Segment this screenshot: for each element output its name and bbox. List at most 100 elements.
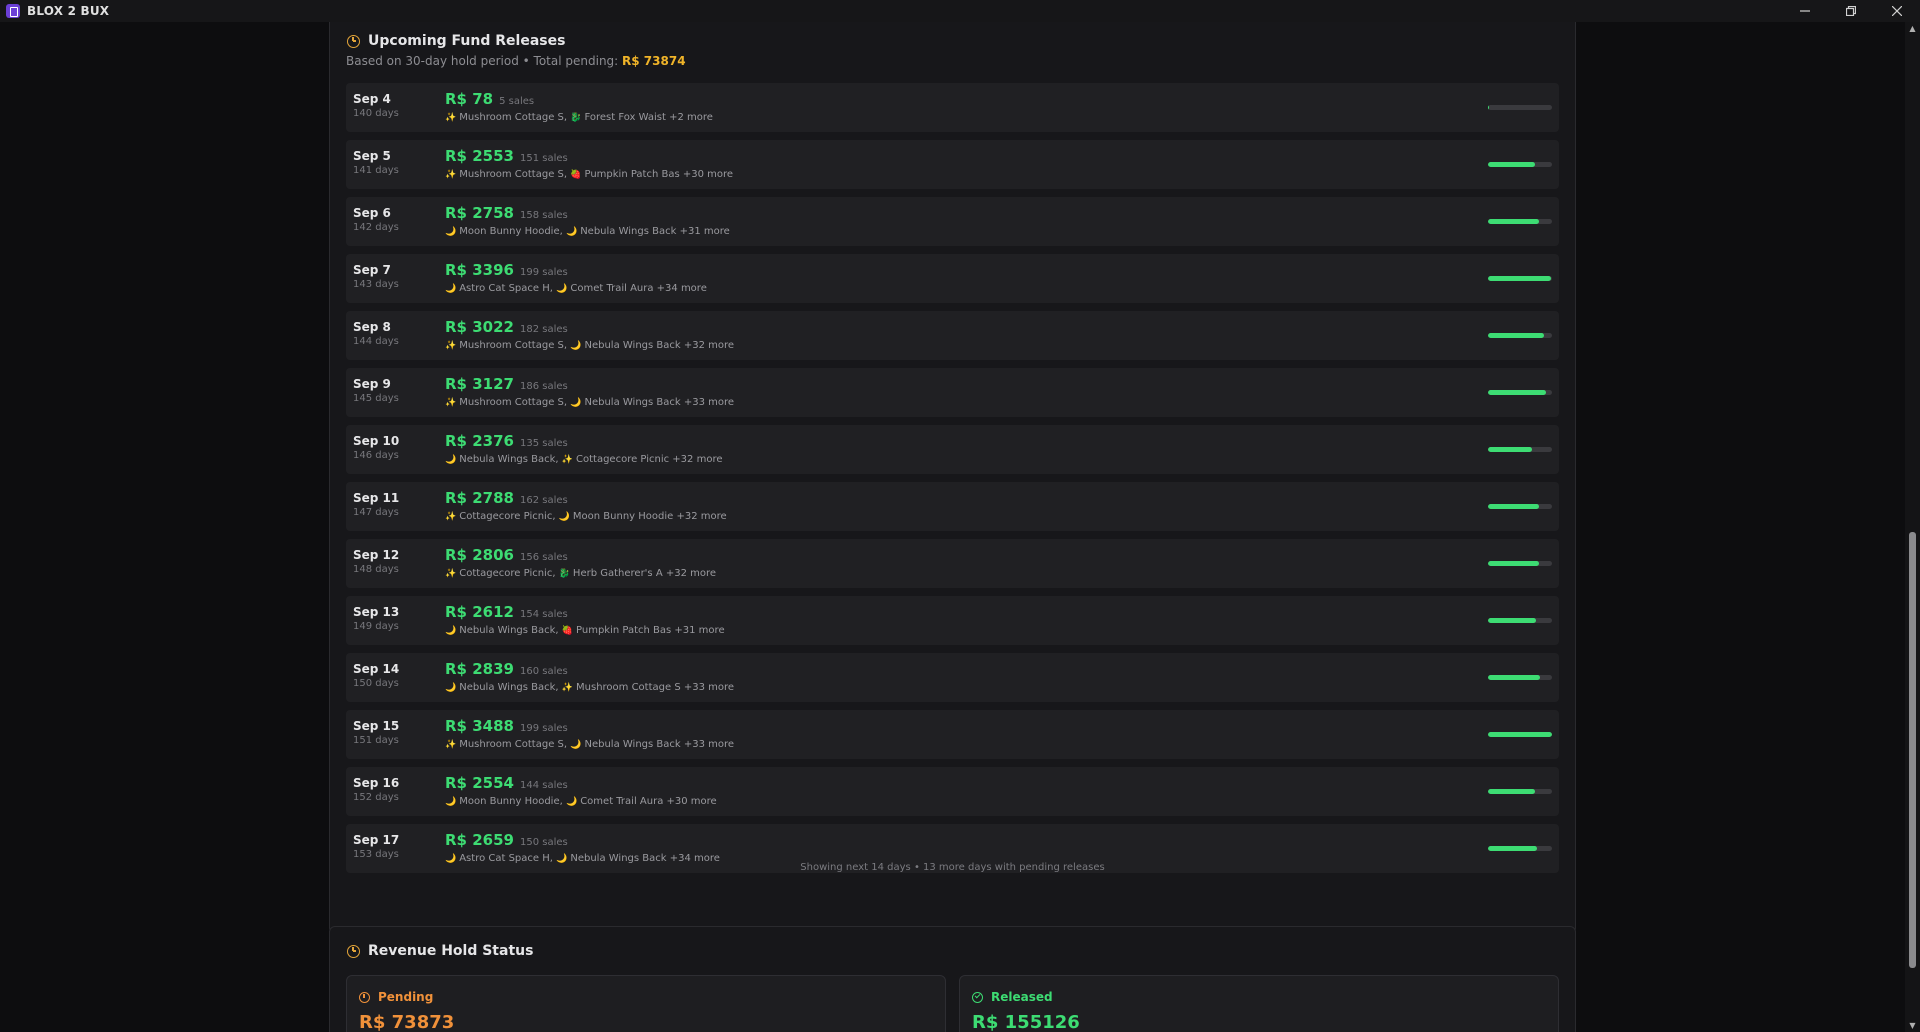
item-name: Nebula Wings Back, [459,625,559,636]
item-name-more: Pumpkin Patch Bas +31 more [576,625,725,636]
release-progress-bar [1488,390,1552,395]
item-emoji-icon: 🌙 [445,683,457,693]
release-date: Sep 15 [353,719,400,733]
item-emoji-icon: 🌙 [445,284,457,294]
release-amount-line: R$ 2806 156 sales [445,546,568,564]
release-days: 150 days [353,678,399,689]
release-date: Sep 9 [353,377,391,391]
release-progress-fill [1488,447,1532,452]
release-row: Sep 7 143 days R$ 3396 199 sales 🌙 Astro Cat … [346,254,1559,303]
release-date: Sep 6 [353,206,391,220]
item-name-more: Forest Fox Waist +2 more [584,112,713,123]
release-date: Sep 10 [353,434,400,448]
release-sales: 199 sales [519,267,568,278]
item-emoji-icon: ✨ [445,170,457,180]
close-button[interactable] [1874,0,1920,22]
release-sales: 154 sales [519,609,568,620]
item-name: Mushroom Cottage S, [459,340,568,351]
item-emoji-icon: 🌙 [445,797,457,807]
release-progress-bar [1488,618,1552,623]
release-days: 151 days [353,735,399,746]
scroll-down-arrow-icon[interactable]: ▼ [1908,1021,1917,1030]
release-amount-line: R$ 2839 160 sales [445,660,568,678]
item-emoji-icon: 🌙 [570,740,582,750]
item-emoji-icon: 🌙 [570,341,582,351]
item-name-more: Nebula Wings Back +33 more [584,739,735,750]
release-amount-line: R$ 2612 154 sales [445,603,568,621]
close-icon [1892,6,1902,16]
release-items: 🌙 Nebula Wings Back, 🍓 Pumpkin Patch Bas +… [445,625,725,636]
release-amount-line: R$ 78 5 sales [445,90,534,108]
release-items: 🌙 Astro Cat Space H, 🌙 Comet Trail Aura +3… [445,283,707,294]
item-name-more: Cottagecore Picnic +32 more [576,454,723,465]
release-sales: 199 sales [519,723,568,734]
release-amount: R$ 2758 [445,204,514,222]
release-items: ✨ Cottagecore Picnic, 🐉 Herb Gatherer's A … [445,568,716,579]
item-emoji-icon: ✨ [561,683,574,693]
release-days: 145 days [353,393,399,404]
release-date: Sep 8 [353,320,391,334]
release-progress-bar [1488,789,1552,794]
release-progress-fill [1488,504,1540,509]
restore-icon [1846,6,1856,16]
release-days: 153 days [353,849,399,860]
item-name-more: Pumpkin Patch Bas +30 more [584,169,734,180]
release-row: Sep 10 146 days R$ 2376 135 sales 🌙 Nebula Wi… [346,425,1559,474]
title-bar: BLOX 2 BUX [0,0,1920,22]
item-name-more: Herb Gatherer's A +32 more [572,568,717,579]
release-amount-line: R$ 2758 158 sales [445,204,568,222]
item-emoji-icon: ✨ [445,341,457,351]
check-circle-icon [972,991,983,1003]
release-amount-line: R$ 2659 150 sales [445,831,568,849]
item-name-more: Comet Trail Aura +30 more [580,796,717,807]
fund-releases-title: Upcoming Fund Releases [368,33,566,49]
vertical-scrollbar[interactable]: ▲ ▼ [1905,22,1920,1032]
item-name-more: Nebula Wings Back +33 more [584,397,735,408]
scroll-up-arrow-icon[interactable]: ▲ [1908,24,1917,33]
release-date: Sep 5 [353,149,391,163]
release-row: Sep 13 149 days R$ 2612 154 sales 🌙 Nebula Wi… [346,596,1559,645]
release-progress-bar [1488,219,1552,224]
release-amount-line: R$ 2376 135 sales [445,432,568,450]
item-name: Mushroom Cottage S, [459,112,568,123]
release-amount: R$ 3396 [445,261,514,279]
alert-circle-icon [359,991,370,1003]
item-name-more: Nebula Wings Back +32 more [584,340,735,351]
item-emoji-icon: 🌙 [570,398,582,408]
release-progress-bar [1488,561,1552,566]
release-sales: 160 sales [519,666,568,677]
release-progress-fill [1488,333,1544,338]
item-emoji-icon: 🌙 [565,227,578,237]
release-sales: 5 sales [499,96,535,107]
release-sales: 186 sales [519,381,568,392]
release-days: 144 days [353,336,399,347]
release-amount-line: R$ 2788 162 sales [445,489,568,507]
release-progress-bar [1488,846,1552,851]
release-amount: R$ 3022 [445,318,514,336]
release-items: 🌙 Moon Bunny Hoodie, 🌙 Nebula Wings Back +… [445,226,730,237]
scrollbar-thumb[interactable] [1909,532,1916,968]
release-progress-bar [1488,276,1552,281]
release-sales: 150 sales [519,837,568,848]
release-days: 148 days [353,564,399,575]
app-logo-icon [6,4,20,18]
item-emoji-icon: ✨ [445,512,457,522]
restore-button[interactable] [1828,0,1874,22]
release-amount-line: R$ 3488 199 sales [445,717,568,735]
release-amount-line: R$ 3127 186 sales [445,375,568,393]
main-scroll-area[interactable]: Upcoming Fund Releases Based on 30-day h… [0,22,1905,1032]
item-name: Nebula Wings Back, [459,454,559,465]
item-emoji-icon: ✨ [445,398,457,408]
release-progress-fill [1488,561,1540,566]
item-name: Mushroom Cottage S, [459,739,568,750]
release-progress-fill [1488,390,1546,395]
release-progress-fill [1488,846,1537,851]
release-days: 143 days [353,279,399,290]
release-sales: 151 sales [519,153,568,164]
item-emoji-icon: 🐉 [570,113,582,123]
item-emoji-icon: ✨ [445,569,457,579]
minimize-button[interactable] [1782,0,1828,22]
item-emoji-icon: ✨ [561,455,574,465]
release-items: 🌙 Moon Bunny Hoodie, 🌙 Comet Trail Aura +3… [445,796,717,807]
release-progress-fill [1488,675,1540,680]
